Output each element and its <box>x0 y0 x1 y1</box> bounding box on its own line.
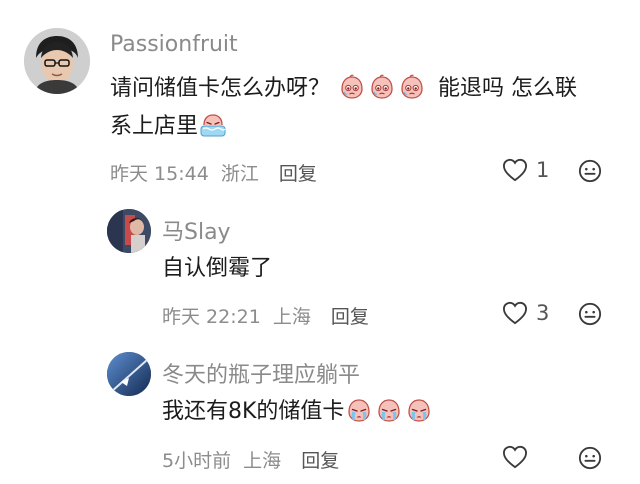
user-photo-icon <box>107 352 151 396</box>
timestamp: 昨天 15:44 <box>110 163 209 185</box>
comment-text-part: 我还有8K的储值卡 <box>162 399 345 424</box>
avatar[interactable] <box>107 352 151 396</box>
comment-text-part: 能退吗 怎么联 <box>438 76 578 101</box>
avatar[interactable] <box>24 28 90 94</box>
comment-meta: 昨天 22:21 上海 回复 <box>162 302 369 329</box>
comment-text-part: 请问储值卡怎么办呀？ <box>110 76 331 101</box>
pleading-face-emoji-icon <box>368 73 396 101</box>
comment-text-part: 系上店里 <box>110 114 199 139</box>
location: 上海 <box>272 306 311 328</box>
dots-face-icon[interactable] <box>578 159 602 183</box>
emoji-group <box>337 70 427 108</box>
heart-outline-icon <box>502 301 528 325</box>
dots-face-icon[interactable] <box>578 446 602 470</box>
reply-button[interactable]: 回复 <box>331 306 369 328</box>
user-photo-icon <box>107 209 151 253</box>
like-button[interactable]: 3 <box>502 301 549 325</box>
user-photo-icon <box>24 28 90 94</box>
timestamp: 5小时前 <box>162 450 232 472</box>
like-button[interactable]: 1 <box>502 158 549 182</box>
timestamp: 昨天 22:21 <box>162 306 261 328</box>
crying-face-emoji-icon <box>345 396 373 424</box>
pleading-face-emoji-icon <box>338 73 366 101</box>
like-count: 3 <box>536 301 550 325</box>
comment-meta: 5小时前 上海 回复 <box>162 446 339 473</box>
username[interactable]: 冬天的瓶子理应躺平 <box>162 357 360 389</box>
reply-button[interactable]: 回复 <box>279 163 317 185</box>
location: 上海 <box>243 450 282 472</box>
comment-meta: 昨天 15:44 浙江 回复 <box>110 159 317 186</box>
crying-face-emoji-icon <box>375 396 403 424</box>
username[interactable]: Passionfruit <box>110 32 238 57</box>
reply-button[interactable]: 回复 <box>301 450 339 472</box>
comment-text: 请问储值卡怎么办呀？ 能退吗 怎么联 系上店里 <box>110 70 620 146</box>
location: 浙江 <box>220 163 259 185</box>
comment-text: 自认倒霉了 <box>162 256 273 281</box>
username[interactable]: 马Slay <box>162 214 231 246</box>
heart-outline-icon <box>502 445 528 469</box>
pleading-face-emoji-icon <box>398 73 426 101</box>
heart-outline-icon <box>502 158 528 182</box>
like-button[interactable] <box>502 445 536 469</box>
crying-face-emoji-icon <box>405 396 433 424</box>
crying-face-emoji-icon <box>199 111 227 139</box>
like-count: 1 <box>536 158 550 182</box>
avatar[interactable] <box>107 209 151 253</box>
emoji-group <box>344 393 434 431</box>
dots-face-icon[interactable] <box>578 302 602 326</box>
comment-text: 我还有8K的储值卡 <box>162 393 434 431</box>
